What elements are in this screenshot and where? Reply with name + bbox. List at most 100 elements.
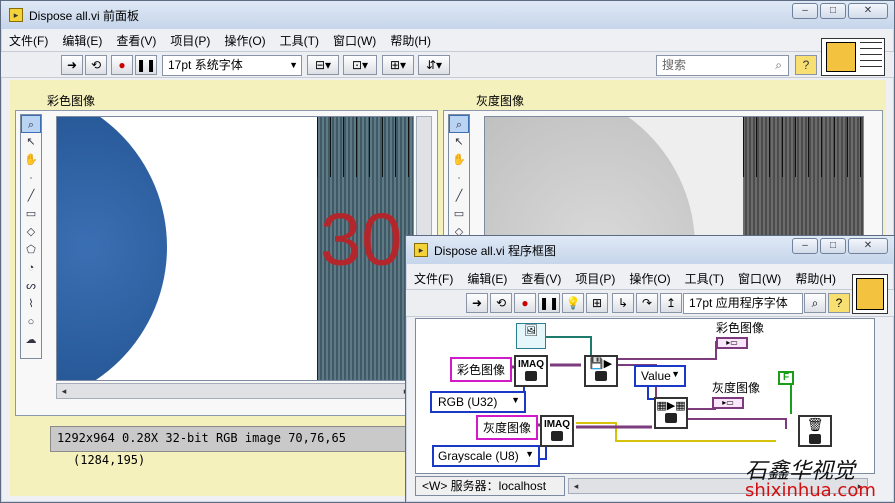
pan-tool-icon[interactable]: ✋ — [449, 151, 469, 169]
bd-vi-connector-pane[interactable] — [852, 274, 888, 314]
line-tool-icon[interactable]: ╱ — [21, 187, 41, 205]
menu-window[interactable]: 窗口(W) — [333, 32, 376, 49]
menu-tools[interactable]: 工具(T) — [280, 32, 319, 49]
step-into-icon[interactable]: ↳ — [612, 293, 634, 313]
font-select[interactable]: 17pt 系统字体 ▼ — [162, 55, 302, 76]
minimize-button[interactable]: – — [792, 3, 818, 19]
scroll-left-icon[interactable]: ◂ — [57, 384, 71, 398]
bd-run-continuously-icon[interactable]: ⟲ — [490, 293, 512, 313]
search-input[interactable]: 搜索 ⌕ — [656, 55, 789, 76]
bd-pause-icon[interactable]: ❚❚ — [538, 293, 560, 313]
close-button[interactable]: ✕ — [848, 3, 888, 19]
front-panel-titlebar[interactable]: ▸ Dispose all.vi 前面板 — [1, 1, 894, 29]
color-image-hscroll[interactable]: ◂ ▸ — [56, 383, 414, 399]
highlight-execution-icon[interactable]: 💡 — [562, 293, 584, 313]
color-indicator-terminal[interactable]: ▸▭ — [716, 337, 748, 349]
blue-cap-shape — [57, 117, 167, 380]
oval-tool-icon[interactable]: ○ — [21, 313, 41, 331]
bd-close-button[interactable]: ✕ — [848, 238, 888, 254]
point-tool-icon[interactable]: ∙ — [21, 169, 41, 187]
step-out-icon[interactable]: ↥ — [660, 293, 682, 313]
pointer-tool-icon[interactable]: ↖ — [449, 133, 469, 151]
block-diagram-title: Dispose all.vi 程序框图 — [434, 243, 557, 258]
line-tool-icon[interactable]: ╱ — [449, 187, 469, 205]
align-objects-icon[interactable]: ⊟▾ — [307, 55, 339, 75]
zoom-tool-icon[interactable]: ⌕ — [449, 115, 469, 133]
color-image-display: ⌕ ↖ ✋ ∙ ╱ ▭ ◇ ⬠ ◔ ᔕ ⌇ ○ ☁ 30 ◂ — [15, 110, 438, 416]
bd-run-arrow-icon[interactable]: ➜ — [466, 293, 488, 313]
annulus-tool-icon[interactable]: ◔ — [21, 259, 41, 277]
gray-type-text: Grayscale (U8) — [438, 449, 519, 463]
run-continuously-icon[interactable]: ⟲ — [85, 55, 107, 75]
bd-maximize-button[interactable]: □ — [820, 238, 846, 254]
bd-menu-file[interactable]: 文件(F) — [414, 270, 453, 287]
freehand-tool-icon[interactable]: ᔕ — [21, 277, 41, 295]
run-arrow-icon[interactable]: ➜ — [61, 55, 83, 75]
menu-help[interactable]: 帮助(H) — [390, 32, 431, 49]
reorder-icon[interactable]: ⇵▾ — [418, 55, 450, 75]
bd-menu-window[interactable]: 窗口(W) — [738, 270, 781, 287]
vi-connector-pane[interactable] — [821, 38, 885, 76]
dispose-node[interactable]: 🗑 — [798, 415, 832, 447]
bd-vi-icon-thumbnail — [856, 278, 884, 310]
color-image-canvas[interactable]: 30 — [56, 116, 414, 381]
menu-view[interactable]: 查看(V) — [116, 32, 156, 49]
value-text: Value — [641, 369, 671, 383]
read-file-node[interactable]: 💾▶ — [584, 355, 618, 387]
retain-wire-values-icon[interactable]: ⊞ — [586, 293, 608, 313]
bd-menu-tools[interactable]: 工具(T) — [685, 270, 724, 287]
imaq-create-node-2[interactable]: IMAQ — [540, 415, 574, 447]
bd-font-select[interactable]: 17pt 应用程序字体 — [683, 293, 803, 314]
broken-line-tool-icon[interactable]: ⌇ — [21, 295, 41, 313]
rotated-rect-tool-icon[interactable]: ◇ — [21, 223, 41, 241]
resize-objects-icon[interactable]: ⊞▾ — [382, 55, 414, 75]
pointer-tool-icon[interactable]: ↖ — [21, 133, 41, 151]
false-constant[interactable]: F — [778, 371, 794, 385]
search-icon[interactable]: ⌕ — [775, 56, 782, 75]
value-const[interactable]: Value ▼ — [634, 365, 686, 387]
imaq-create-node-1[interactable]: IMAQ — [514, 355, 548, 387]
menu-file[interactable]: 文件(F) — [9, 32, 48, 49]
bd-abort-icon[interactable]: ● — [514, 293, 536, 313]
bd-status-bar: <W> 服务器：localhost — [415, 476, 565, 496]
menu-operate[interactable]: 操作(O) — [224, 32, 265, 49]
bd-menu-help[interactable]: 帮助(H) — [795, 270, 836, 287]
zoom-tool-icon[interactable]: ⌕ — [21, 115, 41, 133]
bd-search-icon[interactable]: ⌕ — [804, 293, 826, 313]
image-tools-palette: ⌕ ↖ ✋ ∙ ╱ ▭ ◇ ⬠ ◔ ᔕ ⌇ ○ ☁ — [20, 114, 42, 359]
bd-menu-operate[interactable]: 操作(O) — [629, 270, 670, 287]
distribute-objects-icon[interactable]: ⊡▾ — [343, 55, 377, 75]
bd-minimize-button[interactable]: – — [792, 238, 818, 254]
image-info: 1292x964 0.28X 32-bit RGB image 70,76,65 — [57, 431, 346, 445]
rgb-type-const[interactable]: RGB (U32) ▼ — [430, 391, 526, 413]
diagram-canvas[interactable]: 🖼 彩色图像 IMAQ RGB (U32) ▼ 💾▶ 灰度图像 IMAQ Gra… — [415, 318, 875, 474]
bd-menu-project[interactable]: 项目(P) — [575, 270, 615, 287]
gray-image-name-const[interactable]: 灰度图像 — [476, 415, 539, 440]
freehand-region-tool-icon[interactable]: ☁ — [21, 331, 41, 349]
maximize-button[interactable]: □ — [820, 3, 846, 19]
gray-indicator-terminal[interactable]: ▸▭ — [712, 397, 744, 409]
pause-icon[interactable]: ❚❚ — [135, 55, 157, 75]
menu-edit[interactable]: 编辑(E) — [62, 32, 102, 49]
image-constant-node[interactable]: 🖼 — [516, 323, 546, 349]
gray-type-const[interactable]: Grayscale (U8) ▼ — [432, 445, 540, 467]
rectangle-tool-icon[interactable]: ▭ — [21, 205, 41, 223]
abort-icon[interactable]: ● — [111, 55, 133, 75]
bd-menu-edit[interactable]: 编辑(E) — [467, 270, 507, 287]
color-image-name-const[interactable]: 彩色图像 — [450, 357, 513, 382]
polygon-tool-icon[interactable]: ⬠ — [21, 241, 41, 259]
ruler-ticks — [317, 117, 413, 177]
point-tool-icon[interactable]: ∙ — [449, 169, 469, 187]
imaq-error-icon-2 — [551, 431, 563, 441]
bd-context-help-icon[interactable]: ? — [828, 293, 850, 313]
menu-project[interactable]: 项目(P) — [170, 32, 210, 49]
pan-tool-icon[interactable]: ✋ — [21, 151, 41, 169]
color-to-gray-node[interactable]: ▦▶▦ — [654, 397, 688, 429]
convert-error-icon — [665, 413, 677, 423]
read-file-icon: 💾▶ — [589, 358, 613, 370]
rectangle-tool-icon[interactable]: ▭ — [449, 205, 469, 223]
bd-menu-view[interactable]: 查看(V) — [521, 270, 561, 287]
bd-scroll-left-icon[interactable]: ◂ — [569, 479, 583, 493]
context-help-icon[interactable]: ? — [795, 55, 817, 75]
step-over-icon[interactable]: ↷ — [636, 293, 658, 313]
